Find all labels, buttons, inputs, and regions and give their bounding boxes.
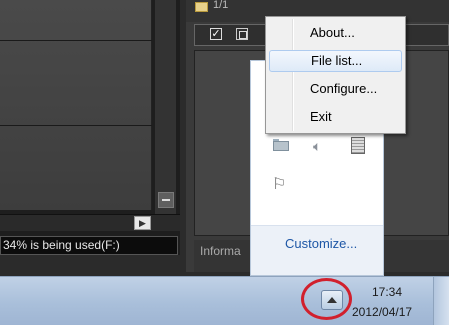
device-icon[interactable] — [351, 137, 365, 154]
speaker-icon[interactable]: 🔈︎ — [313, 138, 331, 154]
menu-item-file-list[interactable]: File list... — [269, 50, 402, 72]
show-desktop-button[interactable] — [433, 277, 449, 325]
folder-icon — [195, 2, 208, 12]
divider — [0, 125, 152, 126]
disk-usage-status: 34% is being used(F:) — [0, 236, 178, 255]
divider — [0, 40, 152, 41]
flag-icon[interactable]: ⚐ — [272, 176, 290, 194]
folder-icon[interactable] — [273, 139, 289, 151]
checkbox-icon[interactable]: ✓ — [210, 28, 222, 40]
scroll-down-button[interactable] — [158, 192, 174, 208]
right-title: 1/1 — [213, 0, 229, 11]
customize-link[interactable]: Customize... — [285, 236, 357, 251]
menu-item-exit[interactable]: Exit — [269, 106, 402, 128]
menu-item-configure[interactable]: Configure... — [269, 78, 402, 100]
menu-item-about[interactable]: About... — [269, 22, 402, 44]
vertical-scrollbar[interactable] — [155, 0, 176, 214]
left-content-area — [0, 0, 152, 210]
highlight-ring — [301, 278, 352, 320]
context-menu: About... File list... Configure... Exit — [265, 16, 406, 134]
info-label: Informa — [200, 244, 241, 258]
frame-icon[interactable] — [236, 28, 248, 40]
clock-time[interactable]: 17:34 — [372, 285, 402, 299]
horizontal-scrollbar[interactable] — [0, 214, 180, 231]
scroll-right-button[interactable]: ▶ — [134, 216, 151, 230]
clock-date[interactable]: 2012/04/17 — [352, 305, 412, 319]
